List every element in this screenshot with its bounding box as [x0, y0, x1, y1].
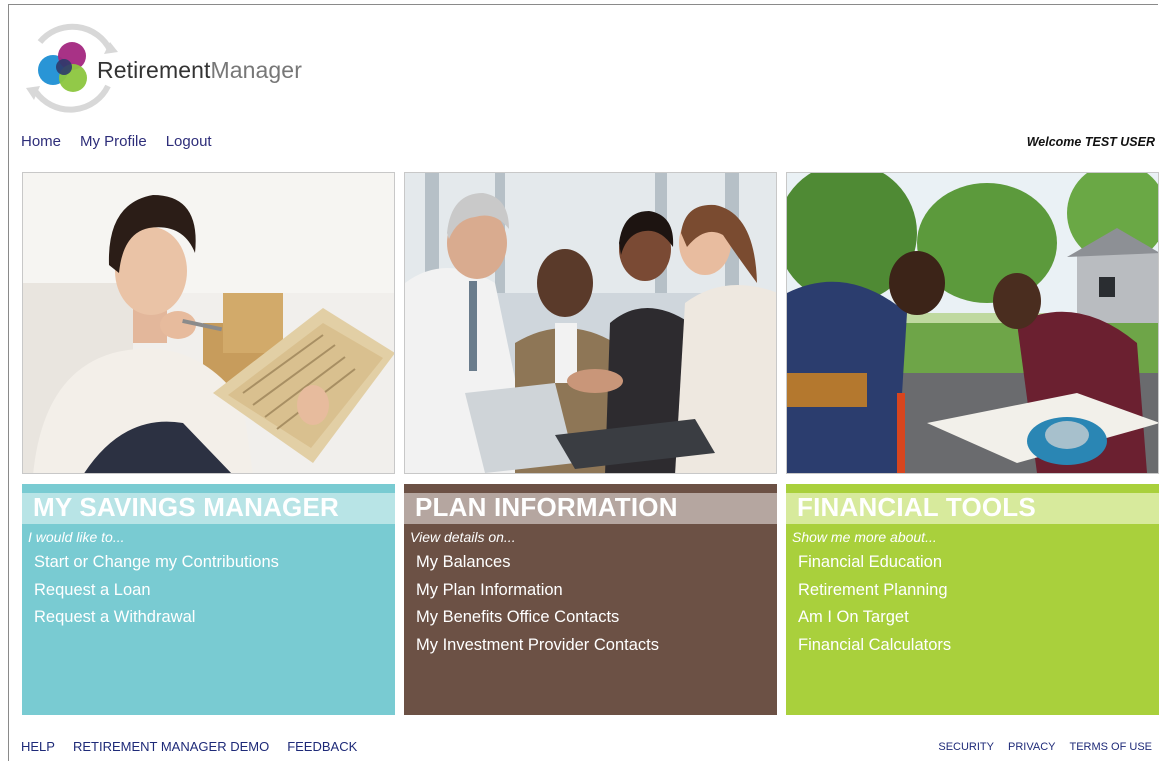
request-loan-link[interactable]: Request a Loan — [34, 580, 279, 608]
my-investment-provider-contacts-link[interactable]: My Investment Provider Contacts — [416, 635, 659, 663]
financial-education-link[interactable]: Financial Education — [798, 552, 951, 580]
business-handshake-photo — [404, 172, 777, 474]
footer-left-links: HELP RETIREMENT MANAGER DEMO FEEDBACK — [21, 739, 357, 754]
footer-help-link[interactable]: HELP — [21, 739, 55, 754]
financial-calculators-link[interactable]: Financial Calculators — [798, 635, 951, 663]
financial-tools-links: Financial Education Retirement Planning … — [798, 552, 951, 662]
woman-reading-newspaper-photo — [22, 172, 395, 474]
my-savings-manager-subtitle: I would like to... — [28, 529, 125, 545]
plan-information-title: PLAN INFORMATION — [415, 492, 678, 522]
plan-information-card: PLAN INFORMATION View details on... My B… — [404, 484, 777, 715]
footer-terms-link[interactable]: TERMS OF USE — [1069, 741, 1152, 753]
plan-information-subtitle: View details on... — [410, 529, 516, 545]
my-savings-manager-links: Start or Change my Contributions Request… — [34, 552, 279, 635]
footer-right-links: SECURITY PRIVACY TERMS OF USE — [938, 741, 1152, 753]
my-plan-information-link[interactable]: My Plan Information — [416, 580, 659, 608]
request-withdrawal-link[interactable]: Request a Withdrawal — [34, 607, 279, 635]
start-or-change-contributions-link[interactable]: Start or Change my Contributions — [34, 552, 279, 580]
men-building-project-photo — [786, 172, 1159, 474]
my-balances-link[interactable]: My Balances — [416, 552, 659, 580]
am-i-on-target-link[interactable]: Am I On Target — [798, 607, 951, 635]
logo-word-manager: Manager — [210, 57, 302, 83]
my-savings-manager-title: MY SAVINGS MANAGER — [33, 492, 340, 522]
top-nav: Home My Profile Logout — [21, 133, 212, 150]
footer-privacy-link[interactable]: PRIVACY — [1008, 741, 1055, 753]
financial-tools-card: FINANCIAL TOOLS Show me more about... Fi… — [786, 484, 1159, 715]
nav-home-link[interactable]: Home — [21, 133, 61, 150]
logo-word-retirement: Retirement — [97, 57, 211, 83]
my-savings-manager-card: MY SAVINGS MANAGER I would like to... St… — [22, 484, 395, 715]
logo-wordmark: RetirementManager — [97, 57, 302, 84]
my-benefits-office-contacts-link[interactable]: My Benefits Office Contacts — [416, 607, 659, 635]
footer-demo-link[interactable]: RETIREMENT MANAGER DEMO — [73, 739, 269, 754]
footer-feedback-link[interactable]: FEEDBACK — [287, 739, 357, 754]
footer-security-link[interactable]: SECURITY — [938, 741, 994, 753]
financial-tools-subtitle: Show me more about... — [792, 529, 937, 545]
retirement-manager-logo[interactable]: RetirementManager — [22, 22, 322, 114]
welcome-message: Welcome TEST USER — [1026, 135, 1155, 149]
nav-my-profile-link[interactable]: My Profile — [80, 133, 147, 150]
retirement-planning-link[interactable]: Retirement Planning — [798, 580, 951, 608]
plan-information-links: My Balances My Plan Information My Benef… — [416, 552, 659, 662]
financial-tools-title: FINANCIAL TOOLS — [797, 492, 1036, 522]
nav-logout-link[interactable]: Logout — [166, 133, 212, 150]
